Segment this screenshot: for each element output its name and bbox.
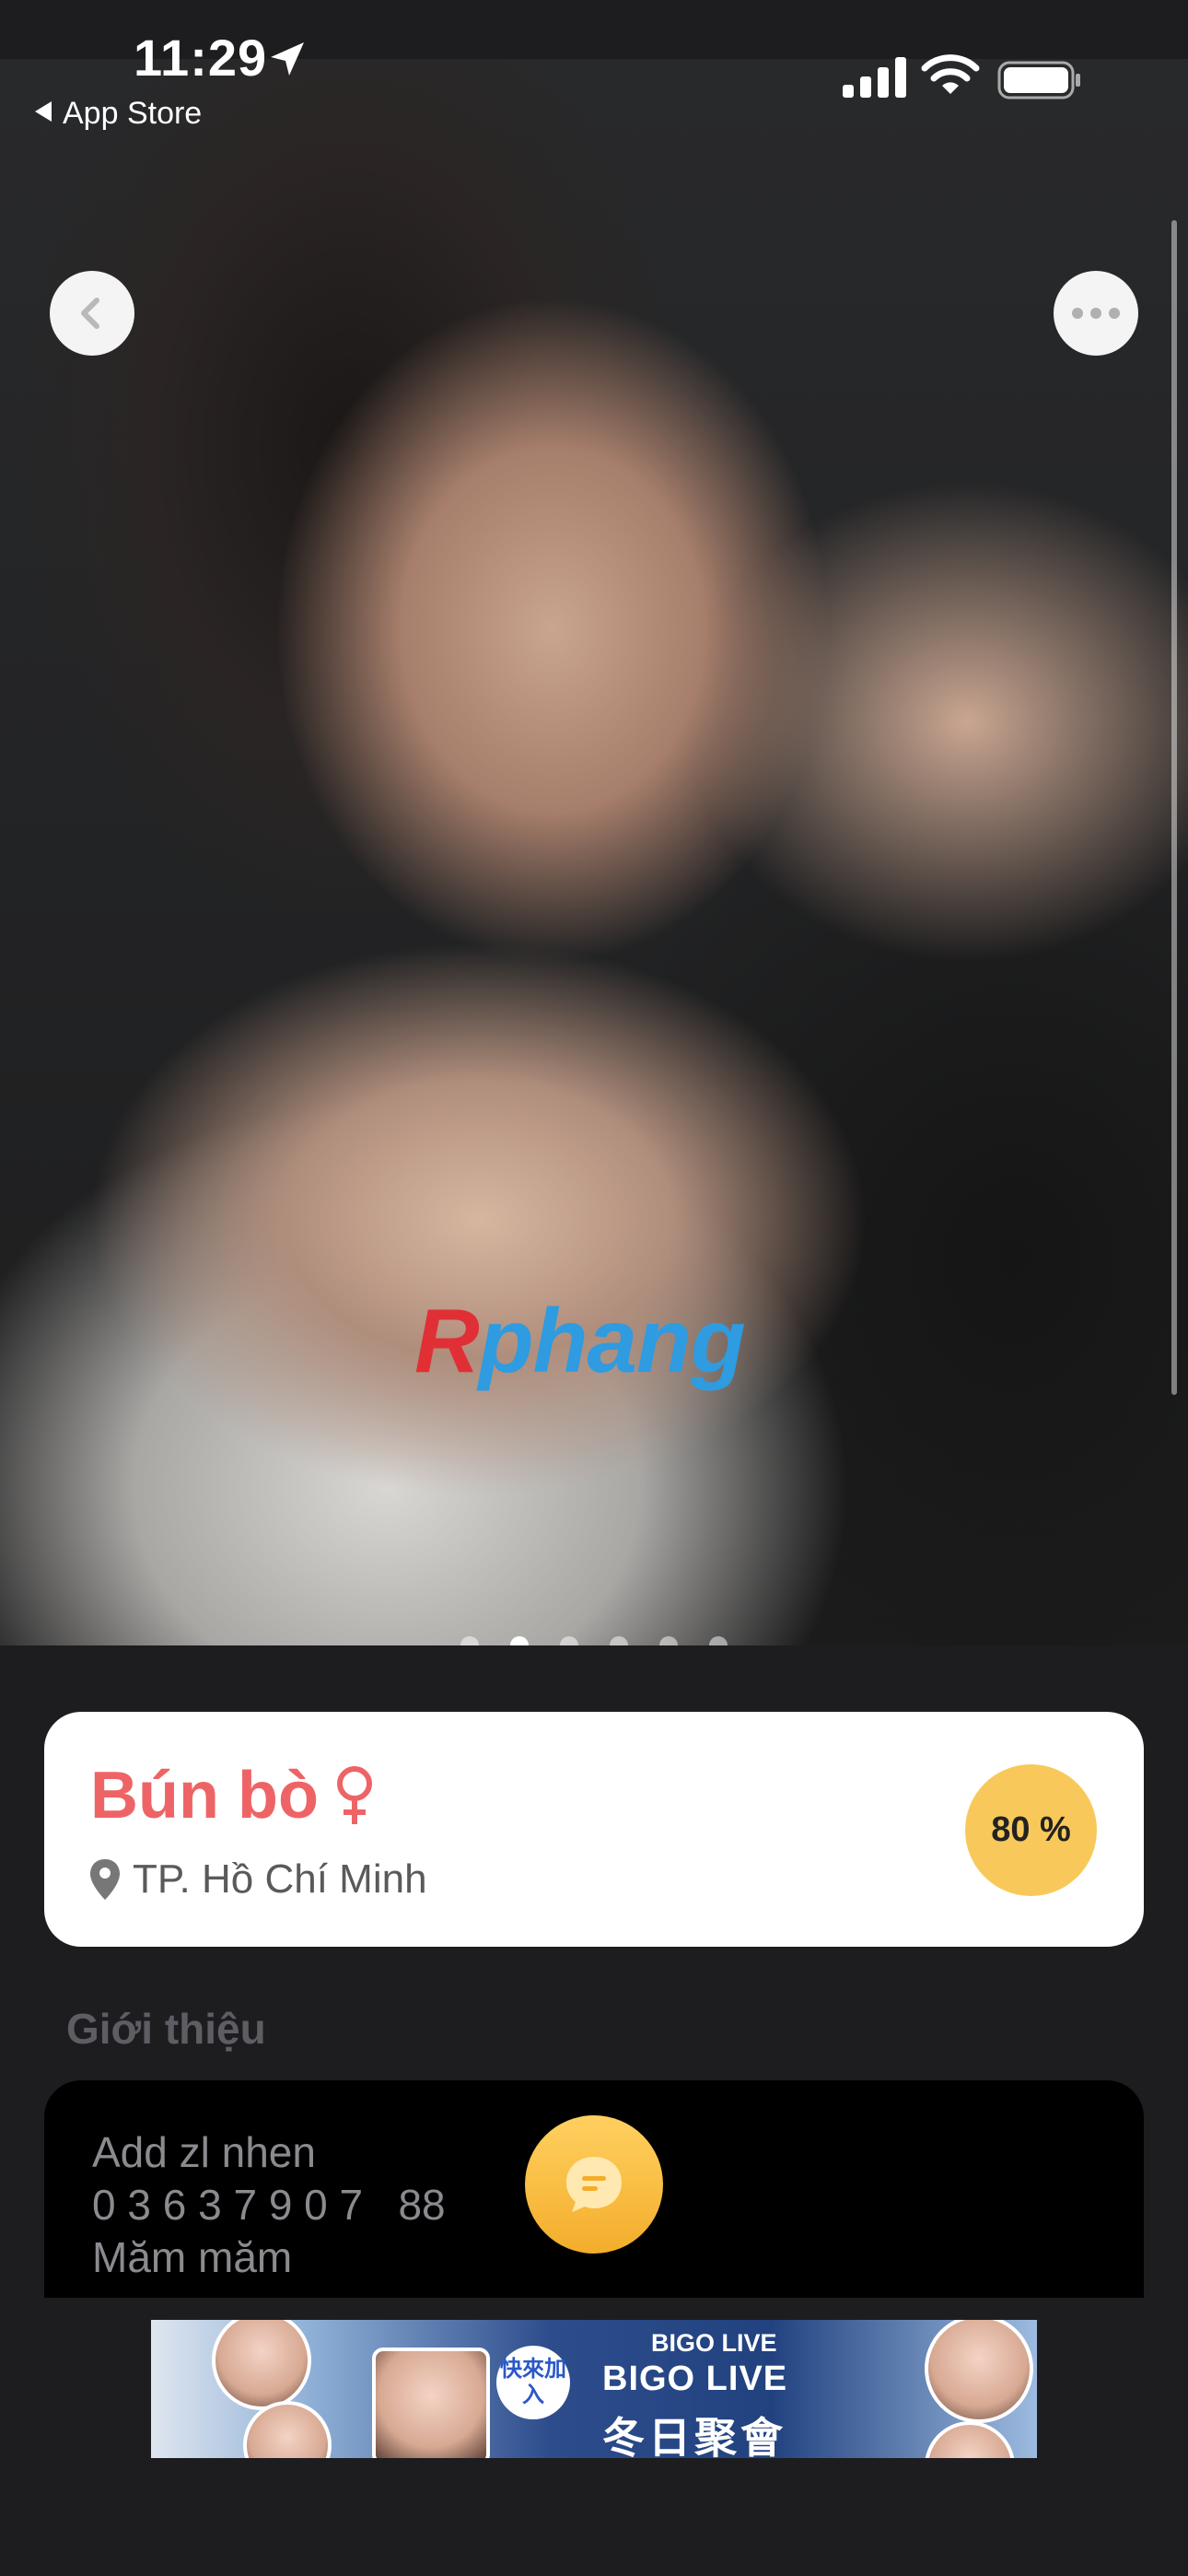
profile-photo[interactable]: Rphang xyxy=(0,59,1188,1645)
ad-title: BIGO LIVE xyxy=(602,2359,788,2398)
scroll-indicator xyxy=(1171,220,1177,1395)
intro-section-title: Giới thiệu xyxy=(66,2005,266,2053)
more-dots-icon xyxy=(1072,308,1120,319)
chat-bubble-icon xyxy=(566,2157,622,2212)
back-to-app-link[interactable]: App Store xyxy=(35,96,202,132)
back-to-app-label: App Store xyxy=(63,96,203,131)
back-button[interactable] xyxy=(50,271,134,356)
page-dot[interactable] xyxy=(709,1636,728,1645)
ad-avatar xyxy=(372,2348,490,2458)
photo-page-indicator xyxy=(460,1636,728,1645)
profile-card: Bún bò TP. Hồ Chí Minh 80 % xyxy=(44,1712,1144,1947)
battery-icon xyxy=(997,61,1080,100)
page-dot[interactable] xyxy=(659,1636,678,1645)
chat-button[interactable] xyxy=(525,2115,663,2254)
location-pin-icon xyxy=(90,1859,120,1900)
intro-text: Add zl nhen 0 3 6 3 7 9 0 7 88 Măm măm xyxy=(92,2128,446,2281)
back-triangle-icon xyxy=(35,101,52,122)
ad-brand: BIGO LIVE xyxy=(651,2329,777,2357)
ad-banner[interactable]: 快來加入 BIGO LIVE BIGO LIVE 冬日聚會 xyxy=(151,2320,1037,2458)
match-percent-badge: 80 % xyxy=(965,1764,1097,1896)
female-icon xyxy=(336,1766,372,1824)
cellular-signal-icon xyxy=(843,57,906,98)
name-row: Bún bò xyxy=(90,1758,376,1833)
watermark: Rphang xyxy=(414,1289,746,1393)
status-time: 11:29 xyxy=(134,29,268,87)
more-options-button[interactable] xyxy=(1054,271,1138,356)
ad-avatar xyxy=(925,2320,1033,2423)
location-arrow-icon xyxy=(271,42,304,76)
profile-location: TP. Hồ Chí Minh xyxy=(133,1856,427,1902)
ad-avatar xyxy=(925,2421,1015,2458)
profile-screen: Rphang 11:29 App Store Bún bò TP. Hồ Chí… xyxy=(0,0,1188,2576)
watermark-rest: phang xyxy=(478,1290,746,1391)
page-dot[interactable] xyxy=(460,1636,479,1645)
chevron-left-icon xyxy=(81,298,99,329)
page-dot[interactable] xyxy=(560,1636,578,1645)
profile-name: Bún bò xyxy=(90,1759,319,1832)
ad-avatar xyxy=(212,2320,311,2410)
ad-join-badge: 快來加入 xyxy=(496,2346,570,2419)
wifi-icon xyxy=(921,54,980,94)
watermark-first-letter: R xyxy=(414,1290,480,1391)
status-bar: 11:29 App Store xyxy=(0,0,1188,131)
ad-subtitle: 冬日聚會 xyxy=(602,2414,786,2458)
location-row: TP. Hồ Chí Minh xyxy=(88,1856,427,1903)
page-dot[interactable] xyxy=(610,1636,628,1645)
page-dot-active[interactable] xyxy=(510,1636,529,1645)
